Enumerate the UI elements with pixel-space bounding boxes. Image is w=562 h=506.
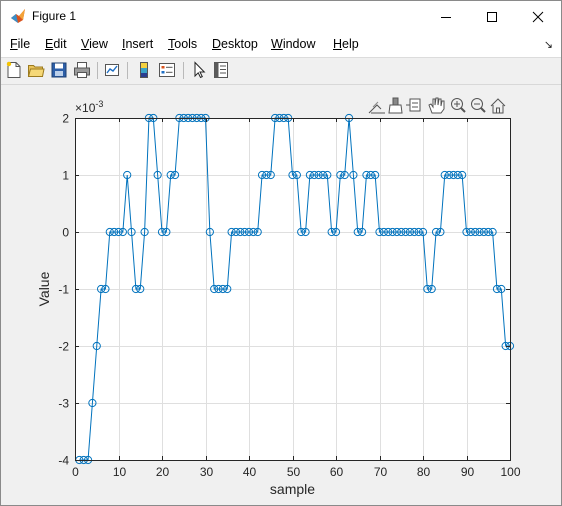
maximize-icon (487, 11, 497, 22)
figure-canvas: 0 10 20 30 40 50 60 70 80 90 100 -4 -3 -2 -1 0 1 2 ×10-3 … (1, 85, 561, 505)
y-tick-label: -1 (58, 283, 69, 297)
y-exponent-base: 10 (82, 101, 96, 115)
edit-plot-icon[interactable] (190, 61, 208, 79)
x-axis-label: sample (270, 481, 315, 497)
y-tick-label: -2 (58, 340, 69, 354)
y-tick-label: -4 (58, 454, 69, 468)
data-tips-icon[interactable] (406, 98, 421, 112)
x-tick-label: 30 (200, 465, 214, 479)
menu-desktop[interactable]: Desktop (212, 37, 258, 51)
menu-bar: File Edit View Insert Tools Desktop Wind… (1, 32, 561, 58)
y-tick-label: -3 (58, 397, 69, 411)
menu-insert[interactable]: Insert (122, 37, 153, 51)
print-icon[interactable] (73, 61, 91, 79)
y-exponent-power: -3 (95, 99, 103, 109)
toolbar-separator (127, 62, 128, 79)
title-bar[interactable]: Figure 1 (1, 1, 561, 32)
axes-toolbar (368, 97, 506, 114)
x-tick-label: 0 (72, 465, 79, 479)
open-file-icon[interactable] (27, 61, 45, 79)
figure-toolbar (1, 58, 561, 85)
close-button[interactable] (515, 1, 561, 32)
zoom-in-icon[interactable] (451, 98, 466, 113)
menu-tools[interactable]: Tools (168, 37, 197, 51)
insert-colorbar-icon[interactable] (135, 61, 153, 79)
toolbar-separator (97, 62, 98, 79)
menu-window[interactable]: Window (271, 37, 315, 51)
y-exponent-prefix: × (75, 101, 82, 115)
export-icon[interactable] (368, 101, 385, 114)
menu-view[interactable]: View (81, 37, 108, 51)
window-title: Figure 1 (32, 9, 77, 23)
toolbar-separator (183, 62, 184, 79)
y-axis-label: Value (36, 271, 52, 306)
x-tick-label: 10 (113, 465, 127, 479)
maximize-button[interactable] (469, 1, 515, 32)
x-tick-label: 80 (417, 465, 431, 479)
minimize-button[interactable] (423, 1, 469, 32)
link-plot-icon[interactable] (103, 61, 121, 79)
menu-file[interactable]: File (10, 37, 30, 51)
y-exponent-label: ×10-3 (75, 99, 103, 115)
dock-arrow-icon[interactable]: ↘ (544, 38, 553, 51)
y-tick-label: 2 (62, 112, 69, 126)
x-tick-label: 50 (287, 465, 301, 479)
y-tick-label: 1 (62, 169, 69, 183)
minimize-icon (441, 16, 451, 18)
menu-edit[interactable]: Edit (45, 37, 67, 51)
x-tick-label: 90 (461, 465, 475, 479)
x-tick-label: 100 (500, 465, 520, 479)
new-figure-icon[interactable] (5, 61, 23, 79)
brush-icon[interactable] (388, 97, 403, 114)
x-tick-label: 20 (156, 465, 170, 479)
menu-help[interactable]: Help (333, 37, 359, 51)
close-icon (532, 11, 544, 22)
zoom-out-icon[interactable] (471, 98, 486, 113)
x-tick-label: 60 (330, 465, 344, 479)
save-icon[interactable] (50, 61, 68, 79)
property-inspector-icon[interactable] (212, 61, 230, 79)
x-tick-label: 70 (374, 465, 388, 479)
y-tick-label: 0 (62, 226, 69, 240)
figure-window: Figure 1 File Edit View Insert Tools Des… (0, 0, 562, 506)
pan-icon[interactable] (428, 97, 445, 114)
line-chart[interactable]: 0 10 20 30 40 50 60 70 80 90 100-4-3-2-1012 ×10-3 … (1, 85, 561, 505)
insert-legend-icon[interactable] (158, 61, 176, 79)
restore-view-icon[interactable] (490, 98, 506, 114)
matlab-logo-icon (11, 9, 25, 23)
x-tick-label: 40 (243, 465, 257, 479)
